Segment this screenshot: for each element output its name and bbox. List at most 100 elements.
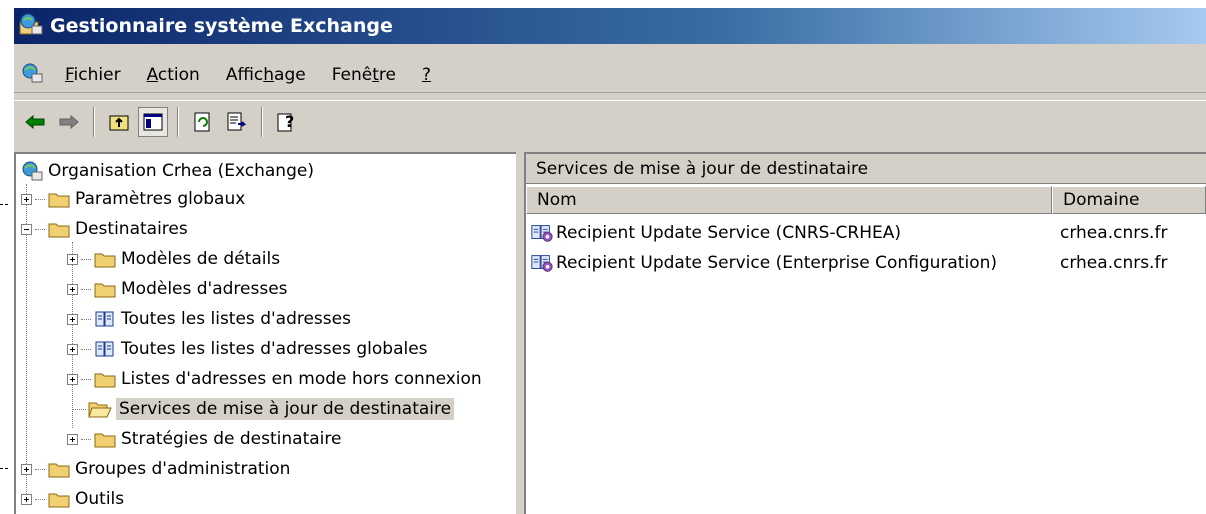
tree-connector <box>81 348 91 350</box>
details-pane-title: Services de mise à jour de destinataire <box>526 154 1206 184</box>
menu-accesskey: ? <box>422 65 432 85</box>
tree-connector <box>35 228 45 230</box>
folder-icon <box>93 279 117 299</box>
tree-connector <box>81 288 91 290</box>
tree-connector <box>72 408 86 410</box>
folder-icon <box>47 459 71 479</box>
tree-item-groupes-administration[interactable]: Groupes d'administration <box>21 454 290 484</box>
refresh-icon <box>194 112 210 132</box>
tree-item-label: Listes d'adresses en mode hors connexion <box>121 369 482 389</box>
folder-icon <box>47 489 71 509</box>
show-hide-tree-button[interactable] <box>138 107 168 137</box>
tree-item-strategies[interactable]: Stratégies de destinataire <box>67 424 341 454</box>
tree-item-label: Destinataires <box>75 219 188 239</box>
folder-icon <box>93 369 117 389</box>
list-item-domain: crhea.cnrs.fr <box>1060 223 1168 243</box>
tree-item-root[interactable]: Organisation Crhea (Exchange) <box>20 156 314 186</box>
menu-label-part: age <box>274 65 306 85</box>
tree-item-label: Outils <box>75 489 125 509</box>
list-item[interactable]: Recipient Update Service (Enterprise Con… <box>526 248 1206 278</box>
mmc-document-icon[interactable] <box>20 62 44 89</box>
column-header-domain[interactable]: Domaine <box>1052 186 1206 214</box>
tree-connector <box>35 468 45 470</box>
folder-icon <box>93 249 117 269</box>
menu-accesskey: h <box>263 65 275 85</box>
refresh-button[interactable] <box>188 107 218 137</box>
list-item-name-text: Recipient Update Service (Enterprise Con… <box>556 253 998 273</box>
tree-item-services-mise-a-jour[interactable]: Services de mise à jour de destinataire <box>72 394 455 424</box>
menu-accesskey: A <box>146 65 158 85</box>
expand-toggle[interactable] <box>21 463 32 475</box>
tree-item-label: Stratégies de destinataire <box>121 429 342 449</box>
exchange-organization-icon <box>20 161 44 181</box>
exchange-app-icon <box>18 12 44 41</box>
details-pane[interactable]: Services de mise à jour de destinataire … <box>524 152 1206 514</box>
tree-item-listes-hors-connexion[interactable]: Listes d'adresses en mode hors connexion <box>67 364 482 394</box>
tree-item-modeles-adresses[interactable]: Modèles d'adresses <box>67 274 288 304</box>
tree-connector <box>81 318 91 320</box>
svg-text:?: ? <box>285 112 294 131</box>
expand-toggle[interactable] <box>67 433 78 445</box>
menu-label-part: Fenê <box>331 65 373 85</box>
tree-item-label-selected: Services de mise à jour de destinataire <box>116 398 455 420</box>
tree-connector <box>81 438 91 440</box>
tree-item-modeles-details[interactable]: Modèles de détails <box>67 244 280 274</box>
toolbar-separator <box>261 107 263 137</box>
menu-help[interactable]: ? <box>409 65 444 85</box>
folder-up-icon <box>109 115 129 131</box>
menu-bar: Fichier Action Affichage Fenêtre ? <box>14 58 1206 93</box>
list-item-name-text: Recipient Update Service (CNRS-CRHEA) <box>556 223 902 243</box>
expand-toggle[interactable] <box>21 193 32 205</box>
console-tree[interactable]: Organisation Crhea (Exchange) Paramètres… <box>14 152 516 514</box>
mmc-window: Gestionnaire système Exchange Fichier Ac… <box>14 8 1206 514</box>
expand-toggle[interactable] <box>67 373 78 385</box>
menu-label-part: ction <box>157 65 200 85</box>
forward-button[interactable] <box>54 107 84 137</box>
folder-icon <box>47 189 71 209</box>
menu-fenetre[interactable]: Fenêtre <box>319 65 409 85</box>
expand-toggle[interactable] <box>21 493 32 505</box>
title-bar[interactable]: Gestionnaire système Exchange <box>14 8 1206 44</box>
details-header-label: Services de mise à jour de destinataire <box>536 158 869 179</box>
help-button[interactable]: ? <box>272 107 302 137</box>
menu-affichage[interactable]: Affichage <box>213 65 319 85</box>
export-list-icon <box>227 112 247 131</box>
tree-item-label: Paramètres globaux <box>75 189 246 209</box>
column-header-name[interactable]: Nom <box>526 186 1052 214</box>
tree-item-parametres-globaux[interactable]: Paramètres globaux <box>21 184 245 214</box>
tree-item-toutes-listes-globales[interactable]: Toutes les listes d'adresses globales <box>67 334 428 364</box>
recipient-update-service-icon <box>530 253 554 273</box>
tree-item-toutes-listes[interactable]: Toutes les listes d'adresses <box>67 304 351 334</box>
toolbar-separator <box>93 107 95 137</box>
tree-item-label: Groupes d'administration <box>75 459 291 479</box>
export-list-button[interactable] <box>222 107 252 137</box>
menu-fichier[interactable]: Fichier <box>52 65 134 85</box>
expand-toggle[interactable] <box>67 253 78 265</box>
collapse-toggle[interactable] <box>21 223 32 235</box>
edge-mark <box>0 468 8 469</box>
menu-label-part: Affic <box>225 65 264 85</box>
tree-item-label: Toutes les listes d'adresses globales <box>121 339 428 359</box>
back-button[interactable] <box>20 107 50 137</box>
menu-label-part: re <box>378 65 396 85</box>
expand-toggle[interactable] <box>67 343 78 355</box>
list-item-domain: crhea.cnrs.fr <box>1060 253 1168 273</box>
tree-item-destinataires[interactable]: Destinataires <box>21 214 188 244</box>
recipient-update-service-icon <box>530 223 554 243</box>
list-item[interactable]: Recipient Update Service (CNRS-CRHEA) cr… <box>526 218 1206 248</box>
expand-toggle[interactable] <box>67 283 78 295</box>
menu-label-part: ichier <box>73 65 121 85</box>
list-item-name: Recipient Update Service (Enterprise Con… <box>530 253 997 273</box>
menu-action[interactable]: Action <box>134 65 213 85</box>
tree-item-outils[interactable]: Outils <box>21 484 124 514</box>
tree-item-label: Toutes les listes d'adresses <box>121 309 351 329</box>
expand-toggle[interactable] <box>67 313 78 325</box>
address-book-icon <box>93 309 117 329</box>
tree-connector <box>81 378 91 380</box>
window-title: Gestionnaire système Exchange <box>50 15 393 37</box>
arrow-right-icon <box>59 114 79 130</box>
list-item-name: Recipient Update Service (CNRS-CRHEA) <box>530 223 901 243</box>
up-one-level-button[interactable] <box>104 107 134 137</box>
help-icon: ? <box>277 112 294 132</box>
column-header-label: Nom <box>537 190 577 210</box>
